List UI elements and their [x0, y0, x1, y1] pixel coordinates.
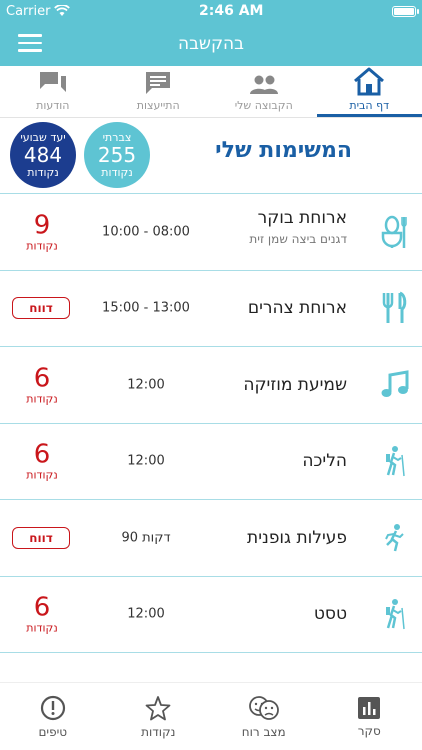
task-points-label: נקודות: [26, 468, 58, 482]
tab-survey-label: סקר: [357, 723, 381, 738]
home-icon: [354, 67, 385, 96]
status-bar: Carrier 2:46 AM: [0, 0, 422, 22]
task-row[interactable]: ארוחת צהרים 15:00 - 13:00 דווח: [0, 271, 422, 347]
star-icon: [145, 695, 171, 720]
accumulated-badge: צברתי 255 נקודות: [84, 122, 150, 188]
task-subtitle: דגנים ביצה שמן זית: [249, 232, 347, 246]
weekly-goal-badge: יעד שבועי 484 נקודות: [10, 122, 76, 188]
task-title: ארוחת צהרים: [247, 298, 347, 319]
task-row[interactable]: הליכה 12:00 6 נקודות: [0, 424, 422, 500]
bottom-tab-bar: סקר מצב רוח נקודות טיפים: [0, 682, 422, 750]
task-points-label: נקודות: [26, 621, 58, 635]
status-left: Carrier: [6, 3, 71, 19]
task-points-label: נקודות: [26, 392, 58, 406]
task-time: 12:00: [127, 606, 165, 622]
weekly-goal-unit: נקודות: [27, 166, 59, 179]
task-points-label: נקודות: [26, 239, 58, 253]
task-time: 15:00 - 13:00: [102, 300, 190, 316]
hiking-icon: [380, 444, 410, 478]
task-points-value: 6: [33, 363, 51, 394]
accumulated-unit: נקודות: [101, 166, 133, 179]
task-title: ארוחת בוקר: [257, 208, 347, 228]
chat-icon: [146, 72, 171, 94]
task-title: הליכה: [302, 451, 347, 472]
status-time: 2:46 AM: [199, 3, 264, 19]
tab-messages[interactable]: הודעות: [0, 66, 106, 117]
task-row[interactable]: ארוחת בוקר דגנים ביצה שמן זית 10:00 - 08…: [0, 194, 422, 271]
task-time: 10:00 - 08:00: [102, 224, 190, 240]
tab-tips-label: טיפים: [38, 724, 68, 739]
task-row[interactable]: שמיעת מוזיקה 12:00 6 נקודות: [0, 347, 422, 424]
tab-home[interactable]: דף הבית: [316, 66, 422, 117]
task-list: ארוחת בוקר דגנים ביצה שמן זית 10:00 - 08…: [0, 193, 422, 653]
task-title: טסט: [313, 604, 347, 625]
carrier-label: Carrier: [6, 3, 51, 19]
task-points: 6 נקודות: [18, 441, 66, 482]
tab-consult[interactable]: התייעצות: [106, 66, 212, 117]
tab-my-group[interactable]: הקבוצה שלי: [211, 66, 317, 117]
task-row[interactable]: פעילות גופנית 90 דקות דווח: [0, 500, 422, 577]
task-time: 90 דקות: [121, 530, 171, 546]
task-time: 12:00: [127, 377, 165, 393]
report-button[interactable]: דווח: [12, 297, 70, 320]
survey-icon: [358, 696, 381, 719]
task-title: פעילות גופנית: [247, 527, 347, 548]
task-points: 6 נקודות: [18, 364, 66, 405]
task-points-value: 9: [33, 210, 51, 241]
accumulated-value: 255: [97, 143, 137, 167]
running-icon: [380, 521, 410, 555]
hamburger-menu-icon[interactable]: [18, 34, 42, 54]
task-points: 6 נקודות: [18, 594, 66, 635]
battery-icon: [392, 5, 419, 17]
tab-points-label: נקודות: [141, 724, 176, 739]
app-title: בהקשבה: [178, 34, 244, 54]
task-row[interactable]: טסט 12:00 6 נקודות: [0, 577, 422, 653]
tab-mood-label: מצב רוח: [241, 724, 286, 739]
task-points-value: 6: [33, 439, 51, 470]
task-points-value: 6: [33, 592, 51, 623]
task-title: שמיעת מוזיקה: [243, 374, 347, 395]
mood-icon: [248, 695, 279, 720]
tips-icon: [40, 695, 65, 720]
tasks-header: יעד שבועי 484 נקודות צברתי 255 נקודות המ…: [0, 118, 422, 193]
nav-bar: בהקשבה: [0, 22, 422, 66]
weekly-goal-value: 484: [23, 143, 63, 167]
tab-consult-label: התייעצות: [136, 99, 180, 112]
wifi-icon: [54, 5, 71, 16]
task-time: 12:00: [127, 453, 165, 469]
tab-my-group-label: הקבוצה שלי: [234, 99, 293, 112]
music-icon: [380, 368, 410, 402]
tab-tips[interactable]: טיפים: [0, 683, 106, 750]
breakfast-icon: [380, 215, 410, 249]
tab-mood[interactable]: מצב רוח: [211, 683, 317, 750]
tab-survey[interactable]: סקר: [317, 683, 422, 750]
page-title: המשימות שלי: [215, 138, 352, 163]
report-button[interactable]: דווח: [12, 526, 70, 549]
top-tabs: דף הבית הקבוצה שלי התייעצות הודעות: [0, 66, 422, 118]
group-icon: [249, 75, 278, 94]
hiking-icon: [380, 597, 410, 631]
tab-points[interactable]: נקודות: [106, 683, 212, 750]
messages-icon: [39, 72, 66, 92]
lunch-icon: [380, 291, 410, 325]
task-points: 9 נקודות: [18, 211, 66, 252]
tab-home-label: דף הבית: [349, 99, 390, 112]
tab-messages-label: הודעות: [36, 99, 70, 112]
